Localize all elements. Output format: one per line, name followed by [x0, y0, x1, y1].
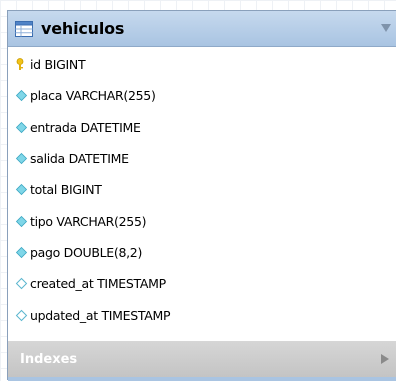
column-filled-diamond-icon — [15, 215, 28, 227]
table-icon — [15, 20, 33, 37]
table-name: vehiculos — [41, 19, 125, 38]
column-row-placa[interactable]: placa VARCHAR(255) — [8, 80, 396, 111]
column-label: pago DOUBLE(8,2) — [30, 244, 143, 260]
column-filled-diamond-icon — [15, 121, 28, 133]
column-row-salida[interactable]: salida DATETIME — [8, 143, 396, 174]
primary-key-icon — [16, 58, 24, 71]
column-row-id[interactable]: id BIGINT — [8, 49, 396, 80]
indexes-label: Indexes — [20, 351, 78, 367]
column-filled-diamond-icon — [15, 90, 28, 102]
column-hollow-diamond-icon — [15, 309, 28, 321]
column-label: total BIGINT — [30, 182, 102, 198]
column-filled-diamond-icon — [15, 184, 28, 196]
column-label: placa VARCHAR(255) — [30, 88, 156, 104]
table-footer-strip — [8, 377, 396, 381]
column-label: created_at TIMESTAMP — [30, 276, 166, 292]
table-vehiculos[interactable]: vehiculos id BIGINT placa VARCHAR(255) e… — [7, 10, 396, 381]
column-label: tipo VARCHAR(255) — [30, 213, 147, 229]
column-label: id BIGINT — [30, 57, 86, 73]
column-hollow-diamond-icon — [15, 278, 28, 290]
indexes-section[interactable]: Indexes — [8, 341, 396, 377]
column-filled-diamond-icon — [15, 152, 28, 165]
column-label: salida DATETIME — [30, 151, 129, 167]
column-row-entrada[interactable]: entrada DATETIME — [8, 112, 396, 143]
column-label: entrada DATETIME — [30, 119, 141, 135]
column-label: updated_at TIMESTAMP — [30, 307, 171, 323]
column-row-tipo[interactable]: tipo VARCHAR(255) — [8, 205, 396, 236]
column-filled-diamond-icon — [15, 246, 28, 258]
column-row-updated-at[interactable]: updated_at TIMESTAMP — [8, 299, 396, 330]
collapse-arrow-icon[interactable] — [380, 22, 392, 34]
column-row-total[interactable]: total BIGINT — [8, 174, 396, 205]
column-row-pago[interactable]: pago DOUBLE(8,2) — [8, 237, 396, 268]
expand-arrow-icon[interactable] — [379, 353, 391, 365]
column-row-created-at[interactable]: created_at TIMESTAMP — [8, 268, 396, 299]
column-list: id BIGINT placa VARCHAR(255) entrada DAT… — [8, 47, 396, 331]
table-header[interactable]: vehiculos — [8, 11, 396, 47]
